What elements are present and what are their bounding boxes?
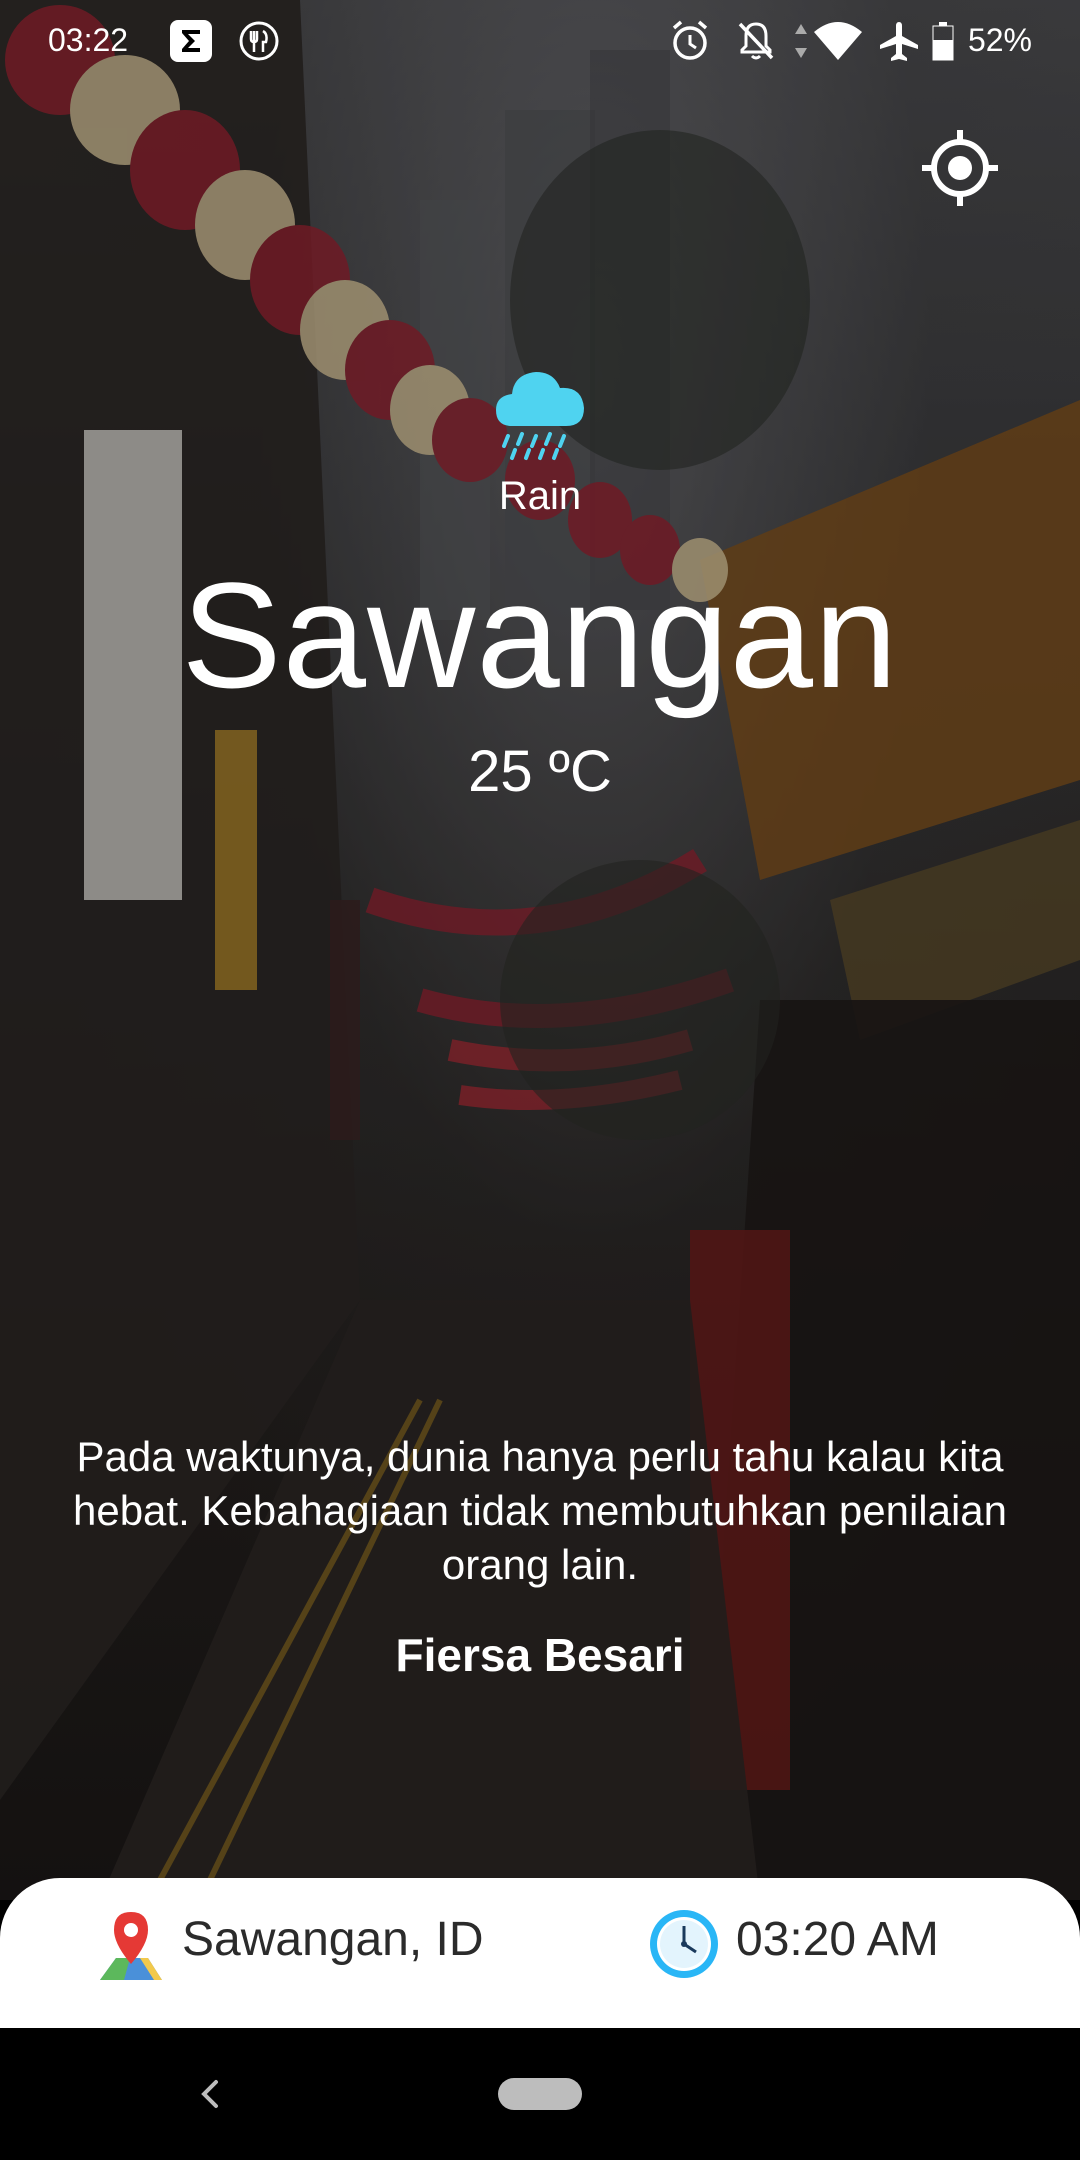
info-card: Sawangan, ID 03:20 AM [0, 1878, 1080, 2028]
temperature: 25 ºC [468, 739, 612, 804]
battery-icon [932, 22, 954, 70]
notifications-off-icon [734, 18, 778, 72]
quote-text: Pada waktunya, dunia hanya perlu tahu ka… [72, 1433, 1008, 1588]
city-name: Sawangan [181, 551, 899, 719]
weather-screen: 03:22 52% Rain Sawangan 25 ºC Pada waktu… [0, 0, 1080, 2160]
quote-author: Fiersa Besari [395, 1629, 685, 1681]
sigma-app-icon [168, 18, 214, 72]
weather-condition: Rain [498, 474, 582, 518]
status-time: 03:22 [48, 22, 129, 58]
navigation-bar [0, 2028, 1080, 2160]
food-app-icon [236, 18, 282, 72]
battery-percentage: 52% [967, 22, 1032, 58]
wifi-icon [812, 18, 864, 72]
map-pin-icon [96, 1908, 166, 1984]
background-dim-overlay [0, 0, 1080, 1900]
local-time-label: 03:20 AM [736, 1913, 939, 1966]
clock-icon [648, 1908, 720, 1980]
my-location-button[interactable] [916, 124, 1004, 212]
rain-cloud-icon [492, 364, 588, 464]
alarm-icon [668, 18, 712, 72]
home-pill-icon[interactable] [498, 2078, 582, 2110]
location-label: Sawangan, ID [182, 1913, 484, 1966]
status-bar: 03:22 52% [0, 0, 1080, 84]
data-arrows-icon [792, 18, 810, 72]
back-chevron-icon[interactable] [190, 2072, 230, 2116]
airplane-icon [876, 18, 922, 72]
my-location-icon [922, 130, 998, 206]
